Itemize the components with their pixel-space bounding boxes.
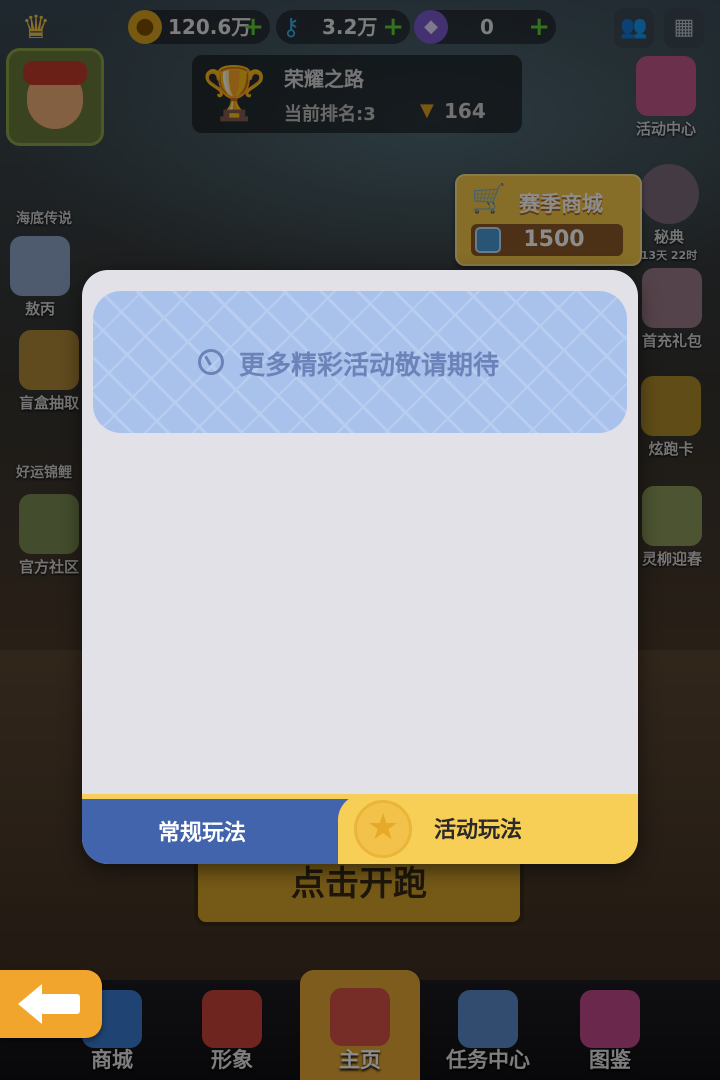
tab-normal-label: 常规玩法 (157, 821, 246, 846)
mode-tabs: 常规玩法 ★ 活动玩法 (82, 794, 638, 864)
activity-modal: 更多精彩活动敬请期待 常规玩法 ★ 活动玩法 (82, 270, 638, 864)
coming-soon-text: 更多精彩活动敬请期待 (239, 351, 500, 381)
tab-normal-mode[interactable]: 常规玩法 (82, 794, 362, 864)
tab-event-label: 活动玩法 (433, 818, 522, 843)
back-button[interactable] (0, 970, 102, 1038)
coming-soon-banner: 更多精彩活动敬请期待 (93, 291, 627, 433)
clock-icon (198, 349, 224, 375)
back-arrow-shaft (40, 994, 80, 1014)
tab-event-mode[interactable]: ★ 活动玩法 (338, 794, 638, 864)
back-arrow-icon (18, 984, 42, 1024)
